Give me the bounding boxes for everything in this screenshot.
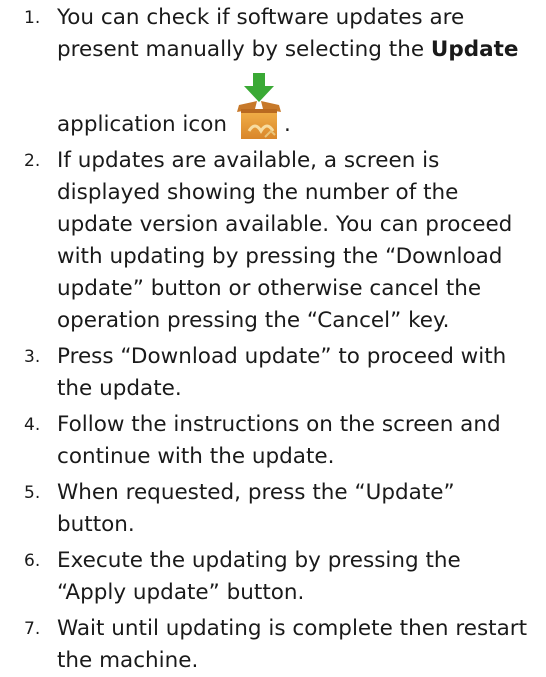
- step-number: 6.: [24, 551, 41, 571]
- step-text: Follow the instructions on the screen an…: [57, 412, 501, 469]
- step-number: 1.: [24, 8, 41, 28]
- document-page: 1. You can check if software updates are…: [0, 0, 546, 673]
- step-number: 3.: [24, 347, 41, 367]
- step-text: You can check if software updates are pr…: [57, 5, 519, 62]
- update-steps-list: 1. You can check if software updates are…: [0, 2, 536, 677]
- step-number: 5.: [24, 483, 41, 503]
- step-2: 2. If updates are available, a screen is…: [0, 145, 536, 337]
- step-text: Execute the updating by pressing the “Ap…: [57, 548, 461, 605]
- step-1-icon-line: application icon .: [57, 71, 536, 141]
- step-number: 4.: [24, 415, 41, 435]
- step-text: Press “Download update” to proceed with …: [57, 344, 507, 401]
- step-1-text-application-icon: application icon: [57, 112, 228, 137]
- step-4: 4. Follow the instructions on the screen…: [0, 409, 536, 473]
- step-text: If updates are available, a screen is di…: [57, 148, 513, 333]
- step-5: 5. When requested, press the “Update” bu…: [0, 477, 536, 541]
- update-box-download-icon: [235, 71, 283, 141]
- step-number: 2.: [24, 151, 41, 171]
- step-number: 7.: [24, 619, 41, 639]
- step-1-period: .: [284, 112, 291, 137]
- step-1-text-before-bold: You can check if software updates are pr…: [57, 5, 465, 62]
- step-1: 1. You can check if software updates are…: [0, 2, 536, 141]
- step-3: 3. Press “Download update” to proceed wi…: [0, 341, 536, 405]
- step-7: 7. Wait until updating is complete then …: [0, 613, 536, 677]
- update-bold-label: Update: [430, 37, 519, 62]
- step-text: When requested, press the “Update” butto…: [57, 480, 455, 537]
- step-6: 6. Execute the updating by pressing the …: [0, 545, 536, 609]
- step-text: Wait until updating is complete then res…: [57, 616, 528, 673]
